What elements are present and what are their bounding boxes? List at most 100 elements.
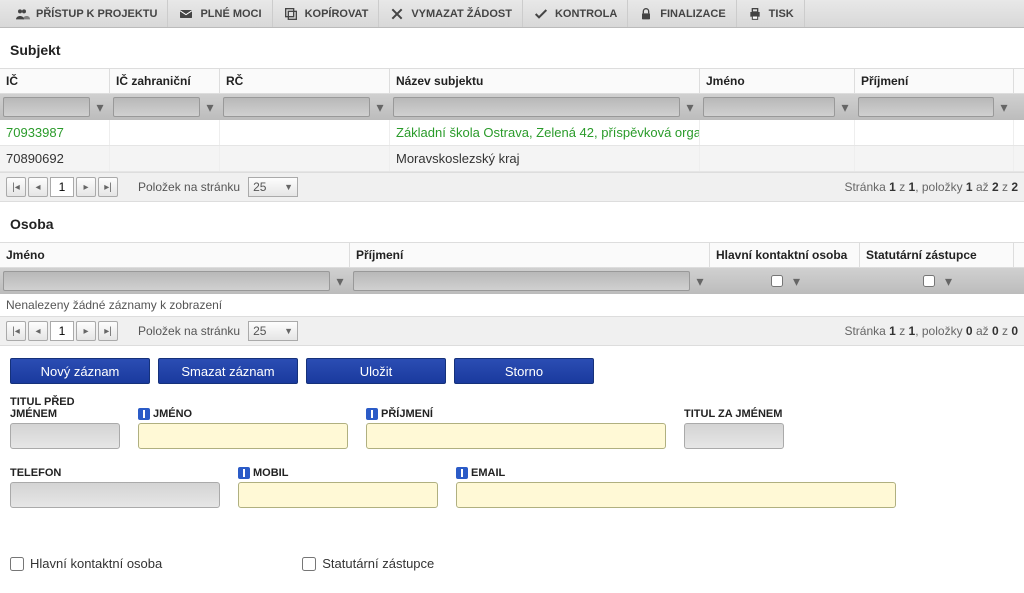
filter-person-prijmeni[interactable]: [353, 271, 690, 291]
cell-rc: [220, 146, 390, 171]
label-mobil: MOBIL: [238, 467, 438, 479]
col-ic[interactable]: IČ: [0, 69, 110, 93]
filter-person-jmeno[interactable]: [3, 271, 330, 291]
toolbar-vymazat-zadost[interactable]: VYMAZAT ŽÁDOST: [379, 0, 523, 27]
person-pager: |◂ ◂ ▸ ▸| Položek na stránku 25▼ Stránka…: [0, 316, 1024, 346]
cell-prijmeni: [855, 120, 1014, 145]
cell-nazev: Základní škola Ostrava, Zelená 42, přísp…: [390, 120, 700, 145]
person-section-title: Osoba: [0, 202, 1024, 242]
toolbar-finalizace[interactable]: FINALIZACE: [628, 0, 736, 27]
toolbar-kopirovat[interactable]: KOPÍROVAT: [273, 0, 380, 27]
col-nazev[interactable]: Název subjektu: [390, 69, 700, 93]
pager-first-button[interactable]: |◂: [6, 177, 26, 197]
person-filter-row: ▾ ▾ ▾ ▾: [0, 268, 1024, 294]
input-mobil[interactable]: [238, 482, 438, 508]
filter-jmeno[interactable]: [703, 97, 835, 117]
cell-iczah: [110, 146, 220, 171]
table-row[interactable]: 70890692 Moravskoslezský kraj: [0, 146, 1024, 172]
delete-record-button[interactable]: Smazat záznam: [158, 358, 298, 384]
pager-next-button[interactable]: ▸: [76, 177, 96, 197]
filter-prijmeni[interactable]: [858, 97, 994, 117]
required-icon: [138, 408, 150, 420]
input-email[interactable]: [456, 482, 896, 508]
pager-per-page-select[interactable]: 25▼: [248, 321, 298, 341]
filter-icon[interactable]: ▾: [373, 97, 387, 117]
table-row[interactable]: 70933987Základní škola Ostrava, Zelená 4…: [0, 120, 1024, 146]
pager-status: Stránka 1 z 1, položky 1 až 2 z 2: [844, 180, 1018, 194]
cell-iczah: [110, 120, 220, 145]
input-prijmeni[interactable]: [366, 423, 666, 449]
cell-jmeno: [700, 120, 855, 145]
input-telefon[interactable]: [10, 482, 220, 508]
pager-next-button[interactable]: ▸: [76, 321, 96, 341]
col-person-prijmeni[interactable]: Příjmení: [350, 243, 710, 267]
label-jmeno: JMÉNO: [138, 408, 348, 420]
pager-per-page-select[interactable]: 25▼: [248, 177, 298, 197]
check-icon: [533, 6, 549, 22]
filter-rc[interactable]: [223, 97, 370, 117]
toolbar-tisk[interactable]: TISK: [737, 0, 805, 27]
pager-first-button[interactable]: |◂: [6, 321, 26, 341]
filter-person-hlavni-checkbox[interactable]: [771, 275, 783, 287]
pager-last-button[interactable]: ▸|: [98, 321, 118, 341]
copy-icon: [283, 6, 299, 22]
col-jmeno[interactable]: Jméno: [700, 69, 855, 93]
filter-icon[interactable]: ▾: [683, 97, 697, 117]
col-ic-zahranicni[interactable]: IČ zahraniční: [110, 69, 220, 93]
col-person-jmeno[interactable]: Jméno: [0, 243, 350, 267]
pager-status: Stránka 1 z 1, položky 0 až 0 z 0: [844, 324, 1018, 338]
print-icon: [747, 6, 763, 22]
filter-icon[interactable]: ▾: [790, 271, 804, 291]
subject-grid-header: IČ IČ zahraniční RČ Název subjektu Jméno…: [0, 68, 1024, 94]
pager-last-button[interactable]: ▸|: [98, 177, 118, 197]
checkbox-hlavni-kontaktni[interactable]: Hlavní kontaktní osoba: [10, 556, 162, 571]
person-empty-text: Nenalezeny žádné záznamy k zobrazení: [0, 294, 1024, 316]
label-prijmeni: PŘÍJMENÍ: [366, 408, 666, 420]
cell-ic: 70890692: [0, 146, 110, 171]
filter-icon[interactable]: ▾: [838, 97, 852, 117]
cell-nazev: Moravskoslezský kraj: [390, 146, 700, 171]
toolbar-kontrola[interactable]: KONTROLA: [523, 0, 628, 27]
person-grid: Jméno Příjmení Hlavní kontaktní osoba St…: [0, 242, 1024, 346]
filter-iczah[interactable]: [113, 97, 200, 117]
checkbox-statutarni-zastupce[interactable]: Statutární zástupce: [302, 556, 434, 571]
subject-filter-row: ▾ ▾ ▾ ▾ ▾ ▾: [0, 94, 1024, 120]
input-titul-pred[interactable]: [10, 423, 120, 449]
person-grid-header: Jméno Příjmení Hlavní kontaktní osoba St…: [0, 242, 1024, 268]
filter-person-statut-checkbox[interactable]: [923, 275, 935, 287]
person-form: TITUL PŘED JMÉNEM JMÉNO PŘÍJMENÍ TITUL Z…: [0, 392, 1024, 546]
col-rc[interactable]: RČ: [220, 69, 390, 93]
cell-jmeno: [700, 146, 855, 171]
new-record-button[interactable]: Nový záznam: [10, 358, 150, 384]
subject-section-title: Subjekt: [0, 28, 1024, 68]
input-titul-za[interactable]: [684, 423, 784, 449]
filter-icon[interactable]: ▾: [997, 97, 1011, 117]
label-titul-pred: TITUL PŘED JMÉNEM: [10, 396, 120, 420]
subject-pager: |◂ ◂ ▸ ▸| Položek na stránku 25▼ Stránka…: [0, 172, 1024, 202]
filter-icon[interactable]: ▾: [93, 97, 107, 117]
pager-prev-button[interactable]: ◂: [28, 177, 48, 197]
pager-page-input[interactable]: [50, 177, 74, 197]
filter-icon[interactable]: ▾: [693, 271, 707, 291]
filter-icon[interactable]: ▾: [203, 97, 217, 117]
label-email: EMAIL: [456, 467, 896, 479]
subject-grid: IČ IČ zahraniční RČ Název subjektu Jméno…: [0, 68, 1024, 202]
col-person-hlavni[interactable]: Hlavní kontaktní osoba: [710, 243, 860, 267]
cancel-button[interactable]: Storno: [454, 358, 594, 384]
checkbox-statut-input[interactable]: [302, 557, 316, 571]
filter-ic[interactable]: [3, 97, 90, 117]
toolbar-plne-moci[interactable]: PLNÉ MOCI: [168, 0, 272, 27]
checkbox-hlavni-input[interactable]: [10, 557, 24, 571]
pager-page-input[interactable]: [50, 321, 74, 341]
save-button[interactable]: Uložit: [306, 358, 446, 384]
pager-prev-button[interactable]: ◂: [28, 321, 48, 341]
filter-nazev[interactable]: [393, 97, 680, 117]
input-jmeno[interactable]: [138, 423, 348, 449]
col-prijmeni[interactable]: Příjmení: [855, 69, 1014, 93]
col-person-statut[interactable]: Statutární zástupce: [860, 243, 1014, 267]
filter-icon[interactable]: ▾: [942, 271, 956, 291]
checkbox-row: Hlavní kontaktní osoba Statutární zástup…: [0, 546, 1024, 591]
filter-icon[interactable]: ▾: [333, 271, 347, 291]
toolbar-pristup-k-projektu[interactable]: PŘÍSTUP K PROJEKTU: [4, 0, 168, 27]
required-icon: [456, 467, 468, 479]
